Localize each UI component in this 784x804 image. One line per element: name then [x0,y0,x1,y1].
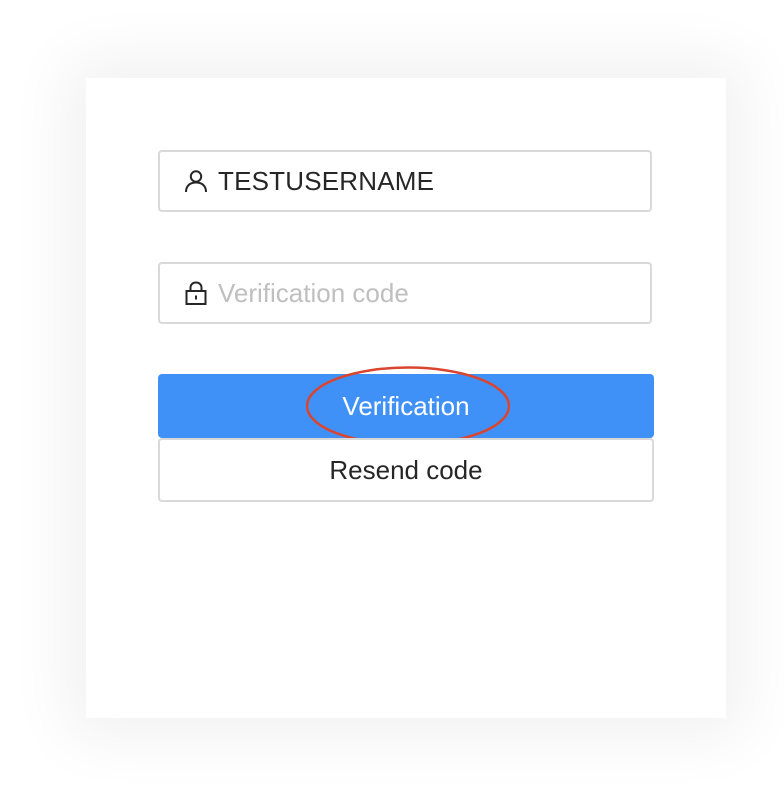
verification-button-label: Verification [342,390,470,421]
username-value: TESTUSERNAME [218,165,435,196]
resend-code-label: Resend code [329,454,483,485]
user-icon [182,167,210,195]
page: TESTUSERNAME Verification Resend code [0,0,784,804]
resend-code-button[interactable]: Resend code [158,438,654,502]
verification-code-field[interactable] [158,262,652,324]
lock-icon [182,279,210,307]
login-card: TESTUSERNAME Verification Resend code [86,78,726,718]
verification-code-input[interactable] [218,277,618,309]
username-field[interactable]: TESTUSERNAME [158,150,652,212]
verification-button[interactable]: Verification [158,374,654,438]
